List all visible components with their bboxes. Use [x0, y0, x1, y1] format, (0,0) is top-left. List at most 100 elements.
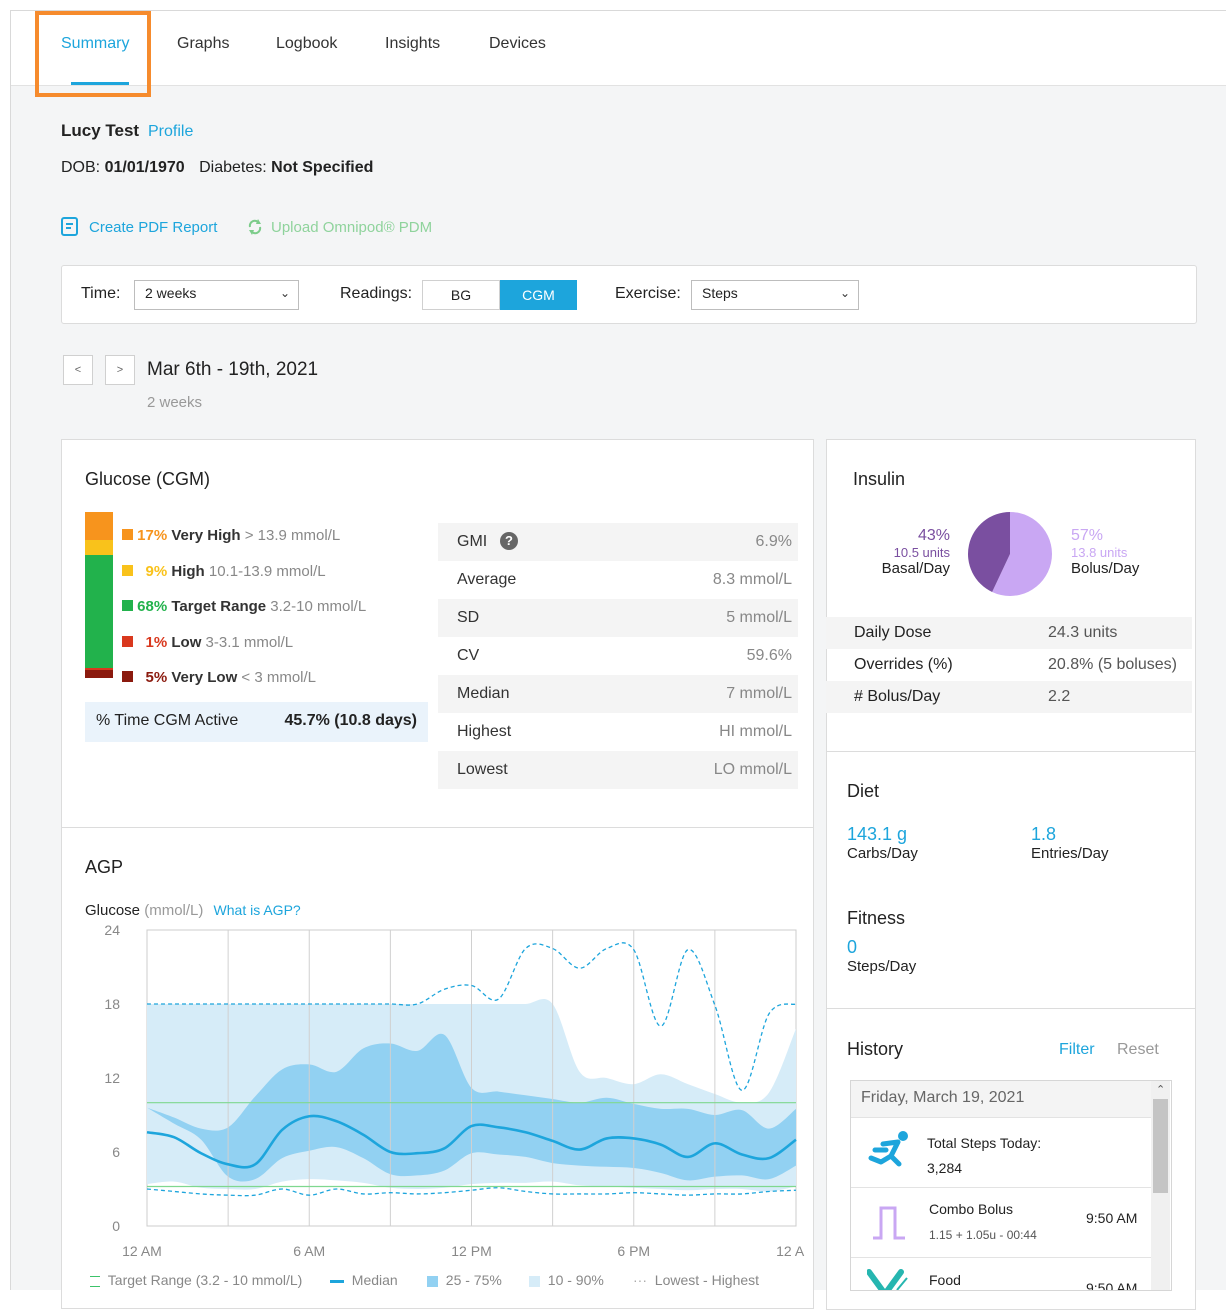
bolus-summary: 57% 13.8 units Bolus/Day	[1071, 527, 1139, 577]
bolus-label: Bolus/Day	[1071, 560, 1140, 577]
steps-stat: 0 Steps/Day	[847, 937, 916, 975]
tab-logbook[interactable]: Logbook	[276, 35, 337, 53]
time-value: 2 weeks	[145, 285, 197, 301]
stat-row-average: Average 8.3 mmol/L	[438, 561, 798, 599]
history-item-steps[interactable]: Total Steps Today: 3,284	[851, 1117, 1151, 1188]
tab-graphs[interactable]: Graphs	[177, 35, 229, 53]
agp-axis-unit: (mmol/L)	[144, 902, 204, 919]
exercise-value: Steps	[702, 285, 738, 301]
steps-value: 0	[847, 937, 858, 957]
create-pdf-button[interactable]: Create PDF Report	[61, 217, 217, 237]
profile-link[interactable]: Profile	[148, 123, 193, 141]
food-title: Food	[929, 1272, 961, 1288]
y-tick-label: 0	[112, 1218, 120, 1234]
insulin-title: Insulin	[853, 469, 906, 489]
stat-label: GMI	[457, 533, 488, 550]
stat-value: 5 mmol/L	[726, 609, 792, 626]
y-tick-label: 18	[104, 996, 120, 1012]
cgm-active-label: % Time CGM Active	[96, 712, 239, 729]
legend-25-75: 25 - 75%	[427, 1272, 502, 1288]
history-item-combo-bolus[interactable]: Combo Bolus 1.15 + 1.05u - 00:44 9:50 AM	[851, 1187, 1151, 1258]
agp-title: AGP	[85, 857, 124, 877]
readings-label: Readings:	[340, 285, 413, 302]
fitness-title: Fitness	[847, 908, 906, 928]
carbs-label: Carbs/Day	[847, 845, 918, 862]
insulin-row-label: # Bolus/Day	[854, 688, 941, 705]
carbs-stat: 143.1 g Carbs/Day	[847, 824, 918, 862]
filter-bar: Time: 2 weeks ⌄ Readings: BG CGM Exercis…	[61, 265, 1197, 324]
steps-total-value: 3,284	[927, 1160, 963, 1176]
summary-tab-highlight	[35, 11, 151, 97]
exercise-select[interactable]: Steps ⌄	[691, 280, 859, 310]
insulin-pie-chart	[968, 512, 1052, 596]
stat-row-highest: Highest HI mmol/L	[438, 713, 798, 751]
y-tick-label: 24	[104, 925, 120, 938]
range-very-low: 5% Very Low < 3 mmol/L	[122, 660, 366, 696]
sync-icon	[248, 219, 262, 235]
combo-bolus-icon	[873, 1206, 905, 1240]
chevron-down-icon: ⌄	[279, 286, 290, 300]
legend-lowest-highest: ··· Lowest - Highest	[633, 1272, 760, 1288]
stat-value: 7 mmol/L	[726, 685, 792, 702]
stat-row-lowest: Lowest LO mmol/L	[438, 751, 798, 789]
dob-label: DOB:	[61, 159, 101, 176]
help-icon[interactable]: ?	[500, 532, 518, 550]
history-scrollbar[interactable]: ⌃	[1151, 1081, 1170, 1290]
tir-segment	[85, 669, 113, 678]
range-high: 9% High 10.1-13.9 mmol/L	[122, 554, 366, 590]
scroll-up-icon[interactable]: ⌃	[1156, 1083, 1165, 1096]
readings-cgm-button[interactable]: CGM	[500, 280, 577, 310]
prev-range-button[interactable]: <	[63, 355, 93, 385]
next-range-button[interactable]: >	[105, 355, 135, 385]
stat-value: HI mmol/L	[719, 723, 792, 740]
history-list[interactable]: Friday, March 19, 2021 ⌃ Total Steps Tod…	[850, 1080, 1172, 1291]
x-tick-label: 12 AM	[122, 1243, 162, 1259]
cgm-active-value: 45.7% (10.8 days)	[284, 712, 417, 729]
agp-chart: 2418126012 AM6 AM12 PM6 PM12 AM	[104, 925, 805, 1259]
time-select[interactable]: 2 weeks ⌄	[134, 280, 299, 310]
combo-bolus-time: 9:50 AM	[1086, 1210, 1138, 1226]
entries-value: 1.8	[1031, 824, 1057, 844]
steps-label: Steps/Day	[847, 958, 917, 975]
range-legend: 17% Very High > 13.9 mmol/L 9% High 10.1…	[122, 518, 366, 696]
legend-target: Target Range (3.2 - 10 mmol/L)	[90, 1272, 302, 1288]
y-tick-label: 12	[104, 1070, 120, 1086]
tab-devices[interactable]: Devices	[489, 35, 546, 53]
food-icon	[867, 1269, 908, 1290]
scrollbar-thumb[interactable]	[1153, 1099, 1168, 1193]
agp-axis-label: Glucose	[85, 902, 141, 919]
stat-label: Lowest	[457, 761, 508, 778]
what-is-agp-link[interactable]: What is AGP?	[214, 902, 301, 918]
patient-details: DOB: 01/01/1970 Diabetes: Not Specified	[61, 159, 373, 177]
tab-insights[interactable]: Insights	[385, 35, 440, 53]
history-filter-link[interactable]: Filter	[1059, 1041, 1095, 1059]
history-reset-link[interactable]: Reset	[1117, 1041, 1159, 1059]
upload-button[interactable]: Upload Omnipod® PDM	[247, 218, 432, 236]
history-date-header: Friday, March 19, 2021	[851, 1081, 1151, 1117]
history-item-food[interactable]: Food 9:50 AM	[851, 1257, 1151, 1291]
y-tick-label: 6	[112, 1144, 120, 1160]
insulin-row-label: Daily Dose	[854, 624, 932, 641]
food-time: 9:50 AM	[1086, 1280, 1138, 1291]
bolus-units: 13.8 units	[1071, 545, 1128, 560]
stat-row-sd: SD 5 mmol/L	[438, 599, 798, 637]
legend-10-90: 10 - 90%	[529, 1272, 604, 1288]
agp-axis-header: Glucose (mmol/L) What is AGP?	[85, 902, 301, 919]
time-in-range-bar	[85, 512, 113, 678]
readings-bg-button[interactable]: BG	[422, 280, 500, 310]
x-tick-label: 6 AM	[293, 1243, 325, 1259]
stat-label: SD	[457, 609, 480, 626]
range-very-high: 17% Very High > 13.9 mmol/L	[122, 518, 366, 554]
x-tick-label: 12 AM	[776, 1243, 805, 1259]
basal-label: Basal/Day	[881, 560, 950, 577]
stat-label: Highest	[457, 723, 512, 740]
range-target: 68% Target Range 3.2-10 mmol/L	[122, 589, 366, 625]
document-icon	[61, 217, 78, 236]
tir-segment	[85, 555, 113, 669]
running-icon	[868, 1131, 908, 1167]
insulin-row-value: 20.8% (5 boluses)	[1048, 656, 1177, 673]
insulin-row: Daily Dose 24.3 units	[826, 617, 1192, 649]
stat-label: Median	[457, 685, 510, 702]
tir-segment	[85, 540, 113, 556]
stat-value: 59.6%	[746, 647, 792, 664]
